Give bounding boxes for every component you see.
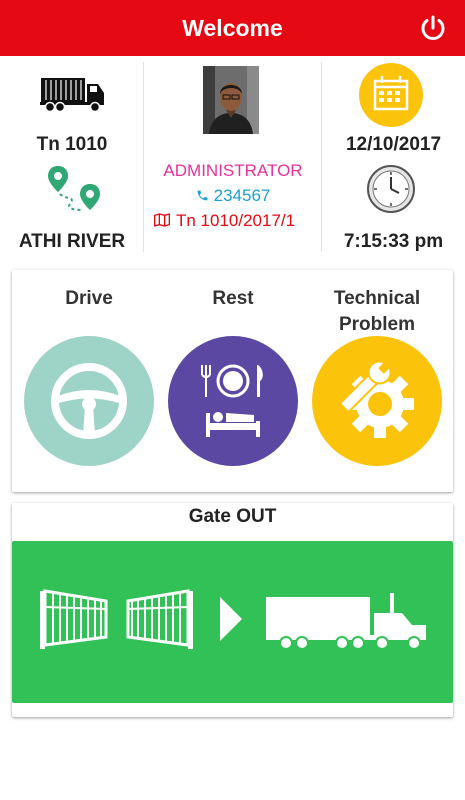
gate-card: Gate OUT xyxy=(12,503,453,717)
current-date: 12/10/2017 xyxy=(345,134,442,155)
dining-sleep-icon xyxy=(201,364,263,437)
clock-icon xyxy=(367,165,415,213)
map-icon xyxy=(154,213,170,227)
rest-button[interactable] xyxy=(168,336,298,466)
phone-icon xyxy=(197,190,207,201)
app-bar: Welcome xyxy=(0,0,465,56)
current-time: 7:15:33 pm xyxy=(343,231,444,252)
gate-out-button[interactable] xyxy=(12,541,453,703)
drive-button[interactable] xyxy=(24,336,154,466)
avatar xyxy=(203,66,259,134)
gate-truck-icon xyxy=(40,589,426,650)
drive-label: Drive xyxy=(65,288,113,309)
power-icon[interactable] xyxy=(417,12,449,44)
steering-wheel-icon xyxy=(51,363,127,439)
technical-problem-label-line2: Problem xyxy=(338,314,416,335)
phone-number: 234567 xyxy=(213,186,271,205)
technical-problem-button[interactable] xyxy=(312,336,442,466)
trip-number: Tn 1010/2017/1 xyxy=(176,211,296,230)
technical-problem-label: Technical Problem xyxy=(312,286,442,338)
gear-wrench-icon xyxy=(338,360,414,438)
calendar-icon xyxy=(359,63,423,127)
trip-row: Tn 1010/2017/1 xyxy=(154,211,324,231)
route-pin-icon xyxy=(48,166,100,211)
role-label: ADMINISTRATOR xyxy=(163,161,303,180)
profile-panel: ADMINISTRATOR 234567 Tn 1010/2017/1 xyxy=(144,56,322,256)
semi-truck-icon xyxy=(266,593,426,650)
page-title: Welcome xyxy=(182,14,283,41)
technical-problem-label-line1: Technical xyxy=(333,288,421,309)
datetime-panel: 12/10/2017 7:15:33 pm xyxy=(322,56,465,256)
rest-label: Rest xyxy=(212,288,254,309)
gate-title: Gate OUT xyxy=(188,506,277,527)
gate-icon xyxy=(40,589,193,649)
vehicle-panel: Tn 1010 ATHI RIVER xyxy=(0,56,144,256)
vehicle-number: Tn 1010 xyxy=(36,134,108,155)
truck-icon xyxy=(40,78,104,112)
phone-row[interactable]: 234567 xyxy=(144,186,322,206)
vehicle-location: ATHI RIVER xyxy=(18,231,126,252)
info-section: Tn 1010 ATHI RIVER ADMINISTRATOR 234567 … xyxy=(0,56,465,256)
activity-card: Drive Rest Technical Problem xyxy=(12,270,453,492)
arrow-right-icon xyxy=(220,597,242,641)
